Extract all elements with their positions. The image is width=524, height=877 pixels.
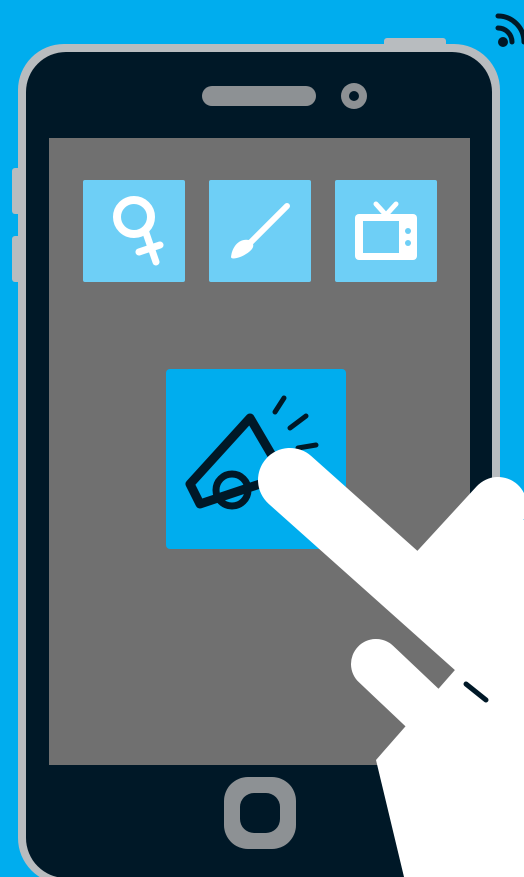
front-camera-icon [341,83,367,109]
app-tile-paintbrush-button[interactable] [209,180,311,282]
illustration-stage [0,0,524,877]
home-button[interactable] [224,777,296,849]
app-tile-tv-button[interactable] [335,180,437,282]
featured-megaphone-button[interactable] [166,369,346,549]
app-tile-female-button[interactable] [83,180,185,282]
speaker-grille-icon [202,86,316,106]
